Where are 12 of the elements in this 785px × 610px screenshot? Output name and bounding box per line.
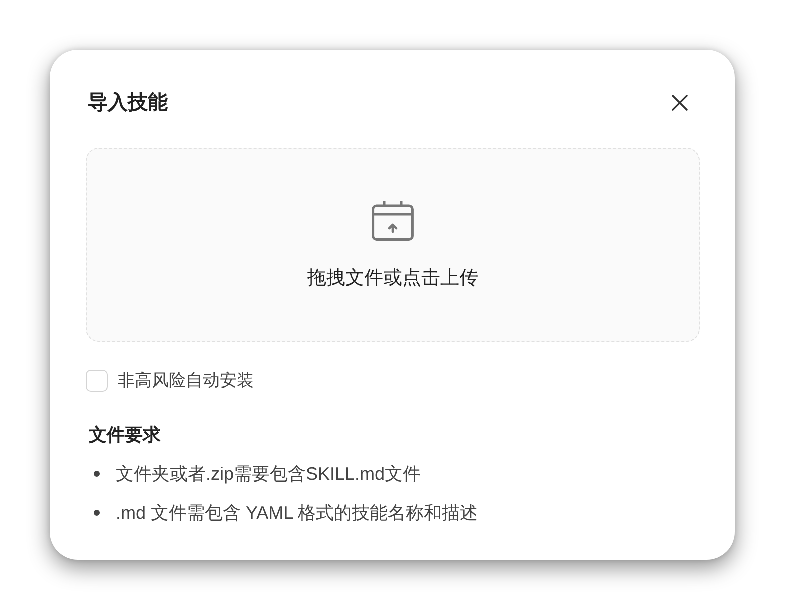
requirements-heading: 文件要求 (89, 424, 162, 447)
bullet-icon (94, 510, 100, 516)
requirement-text: 文件夹或者.zip需要包含SKILL.md文件 (116, 463, 422, 486)
bullet-icon (94, 471, 100, 477)
calendar-upload-icon (372, 201, 414, 241)
close-icon (672, 95, 688, 111)
requirement-text: .md 文件需包含 YAML 格式的技能名称和描述 (116, 502, 478, 525)
dialog-title: 导入技能 (88, 91, 168, 116)
checkbox-label[interactable]: 非高风险自动安装 (118, 369, 254, 393)
upload-dropzone[interactable]: 拖拽文件或点击上传 (86, 148, 700, 342)
upload-hint: 拖拽文件或点击上传 (308, 267, 478, 291)
checkbox[interactable] (86, 370, 108, 392)
